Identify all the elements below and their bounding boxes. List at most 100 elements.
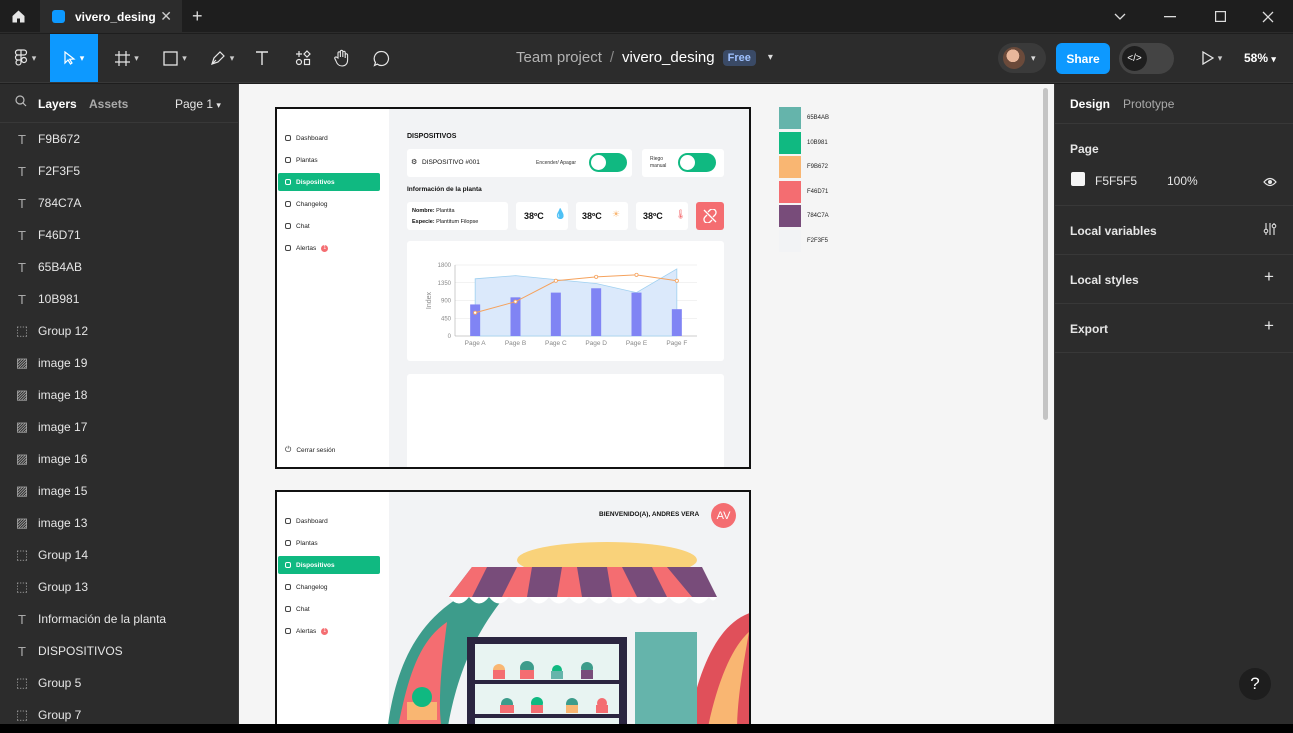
- power-toggle[interactable]: [589, 153, 627, 172]
- minimize-icon[interactable]: [1145, 0, 1195, 33]
- layer-row[interactable]: ▨ image 16: [0, 443, 238, 475]
- layer-row[interactable]: ⬚ Group 12: [0, 315, 238, 347]
- tab-assets[interactable]: Assets: [89, 97, 128, 111]
- close-tab-icon[interactable]: ✕: [160, 8, 172, 25]
- help-button[interactable]: ?: [1239, 668, 1271, 700]
- comment-tool-button[interactable]: [370, 34, 392, 82]
- frame-home[interactable]: Dashboard Plantas Dispositivos Changelog…: [275, 490, 751, 724]
- chat-icon: [285, 606, 291, 612]
- nav-dispositivos[interactable]: Dispositivos: [278, 173, 380, 191]
- bar: [470, 304, 481, 336]
- new-tab-button[interactable]: +: [192, 6, 203, 27]
- text-layer-icon: T: [18, 227, 26, 243]
- text-tool-button[interactable]: [252, 34, 272, 82]
- file-name[interactable]: vivero_desing: [622, 49, 715, 66]
- eye-icon[interactable]: [1263, 174, 1277, 192]
- sliders-icon[interactable]: [1263, 222, 1277, 241]
- color-swatch[interactable]: [779, 156, 801, 179]
- image-layer-icon: ▨: [15, 483, 29, 498]
- maximize-icon[interactable]: [1195, 0, 1245, 33]
- nav-changelog[interactable]: Changelog: [285, 578, 327, 596]
- frame-tool-button[interactable]: ▾: [110, 34, 144, 82]
- tab-design[interactable]: Design: [1070, 97, 1110, 111]
- color-swatch[interactable]: [779, 180, 801, 203]
- page-opacity-value[interactable]: 100%: [1167, 174, 1198, 188]
- color-swatch[interactable]: [779, 205, 801, 228]
- layer-row[interactable]: T F2F3F5: [0, 155, 238, 187]
- resources-button[interactable]: [292, 34, 314, 82]
- layer-row[interactable]: T F9B672: [0, 123, 238, 155]
- nav-changelog[interactable]: Changelog: [285, 195, 327, 213]
- hand-tool-button[interactable]: [331, 34, 353, 82]
- nav-chat[interactable]: Chat: [285, 600, 310, 618]
- reading-value: 38ºC: [643, 211, 663, 221]
- nav-alertas[interactable]: Alertas 1: [285, 622, 329, 640]
- share-button[interactable]: Share: [1056, 43, 1110, 74]
- main-menu-button[interactable]: ▾: [8, 34, 42, 82]
- file-tab[interactable]: vivero_desing ✕: [40, 0, 182, 33]
- layer-row[interactable]: ⬚ Group 14: [0, 539, 238, 571]
- team-link[interactable]: Team project: [516, 49, 602, 66]
- page-selector[interactable]: Page 1 ▾: [175, 97, 221, 111]
- canvas[interactable]: Dashboard Plantas Dispositivos Changelog…: [239, 84, 1054, 724]
- dashboard-icon: [285, 135, 291, 141]
- layer-row[interactable]: ▨ image 13: [0, 507, 238, 539]
- zoom-level[interactable]: 58% ▾: [1244, 51, 1276, 65]
- page-color-value[interactable]: F5F5F5: [1095, 174, 1137, 188]
- nav-dashboard[interactable]: Dashboard: [285, 129, 328, 147]
- layer-row[interactable]: T Información de la planta: [0, 603, 238, 635]
- layer-row[interactable]: ▨ image 15: [0, 475, 238, 507]
- tab-layers[interactable]: Layers: [38, 97, 77, 111]
- properties-panel: Design Prototype Page F5F5F5 100% Local …: [1054, 84, 1293, 733]
- chevron-down-icon[interactable]: [1095, 0, 1145, 33]
- layer-row[interactable]: ⬚ Group 5: [0, 667, 238, 699]
- add-export-icon[interactable]: +: [1264, 316, 1274, 336]
- layer-row[interactable]: T 10B981: [0, 283, 238, 315]
- dev-mode-toggle[interactable]: </>: [1119, 43, 1174, 74]
- layers-panel: Layers Assets Page 1 ▾ T F9B672 T F2F3F5 T 78…: [0, 84, 239, 733]
- move-tool-button[interactable]: ▾: [50, 34, 98, 82]
- layer-row[interactable]: T 65B4AB: [0, 251, 238, 283]
- tab-prototype[interactable]: Prototype: [1123, 97, 1174, 111]
- logout-button[interactable]: ⏻ Cerrar sesión: [285, 441, 335, 459]
- close-window-icon[interactable]: [1243, 0, 1293, 33]
- color-swatch[interactable]: [779, 230, 801, 252]
- pen-tool-button[interactable]: ▾: [205, 34, 239, 82]
- layer-row[interactable]: ⬚ Group 13: [0, 571, 238, 603]
- present-button[interactable]: ▾: [1195, 34, 1229, 82]
- image-layer-icon: ▨: [15, 515, 29, 530]
- layer-row[interactable]: T DISPOSITIVOS: [0, 635, 238, 667]
- x-tick-label: Page D: [585, 340, 607, 347]
- add-style-icon[interactable]: +: [1264, 267, 1274, 287]
- nav-alertas[interactable]: Alertas 1: [285, 239, 329, 257]
- text-layer-icon: T: [18, 643, 26, 659]
- shape-tool-button[interactable]: ▾: [158, 34, 192, 82]
- local-variables-section[interactable]: Local variables: [1055, 206, 1293, 255]
- unlink-button[interactable]: [696, 202, 724, 230]
- nav-dispositivos[interactable]: Dispositivos: [278, 556, 380, 574]
- layer-row[interactable]: ▨ image 18: [0, 379, 238, 411]
- page-color-swatch[interactable]: [1071, 172, 1085, 186]
- search-icon[interactable]: [15, 95, 27, 110]
- text-layer-icon: T: [18, 259, 26, 275]
- frame-dispositivos[interactable]: Dashboard Plantas Dispositivos Changelog…: [275, 107, 751, 469]
- color-swatch[interactable]: [779, 131, 801, 154]
- user-menu[interactable]: ▾: [998, 43, 1046, 73]
- vertical-scrollbar[interactable]: [1043, 88, 1048, 420]
- color-swatch[interactable]: [779, 107, 801, 129]
- irrigation-toggle[interactable]: [678, 153, 716, 172]
- nav-chat[interactable]: Chat: [285, 217, 310, 235]
- file-tab-label: vivero_desing: [75, 9, 156, 24]
- home-icon[interactable]: [0, 0, 36, 33]
- plant-info-title: Información de la planta: [407, 186, 482, 193]
- layer-row[interactable]: ▨ image 17: [0, 411, 238, 443]
- layer-row[interactable]: ▨ image 19: [0, 347, 238, 379]
- avatar[interactable]: AV: [711, 503, 736, 528]
- nav-plantas[interactable]: Plantas: [285, 151, 318, 169]
- y-tick-label: 1800: [438, 263, 452, 269]
- layer-row[interactable]: T 784C7A: [0, 187, 238, 219]
- layer-row[interactable]: T F46D71: [0, 219, 238, 251]
- nav-plantas[interactable]: Plantas: [285, 534, 318, 552]
- nav-dashboard[interactable]: Dashboard: [285, 512, 328, 530]
- chevron-down-icon[interactable]: ▾: [768, 52, 773, 63]
